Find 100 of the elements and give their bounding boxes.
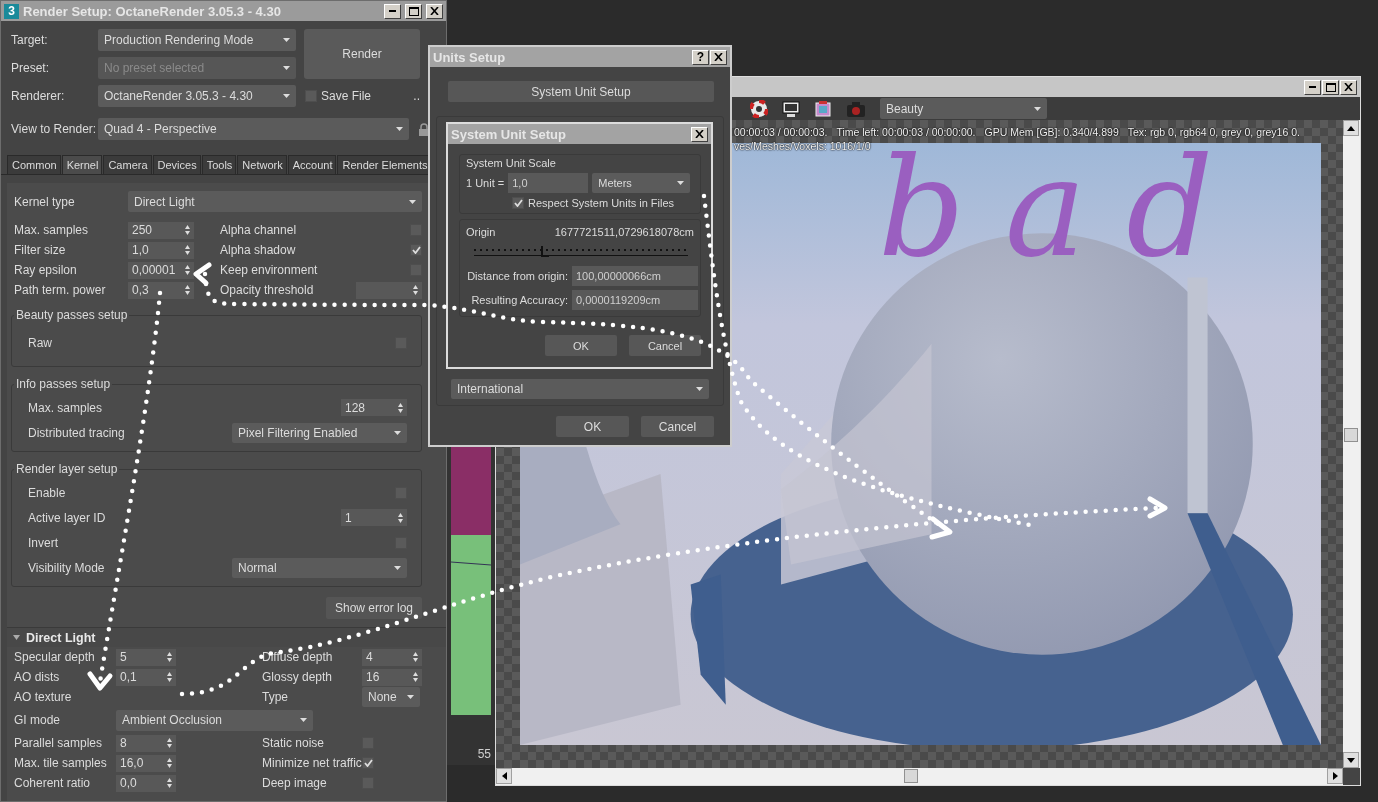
tab[interactable]: Common bbox=[7, 155, 61, 174]
checkbox[interactable] bbox=[410, 244, 422, 256]
number-spinner[interactable]: 5 bbox=[116, 648, 176, 666]
rollout-header[interactable]: Direct Light bbox=[7, 627, 446, 647]
spinner-arrows-icon bbox=[413, 285, 418, 295]
field-label: View to Render: bbox=[11, 122, 97, 136]
field-label: Parallel samples bbox=[14, 736, 104, 750]
number-spinner[interactable]: 0,00001 bbox=[128, 261, 194, 279]
number-spinner[interactable]: 0,3 bbox=[128, 281, 194, 299]
scroll-down-button[interactable] bbox=[1343, 752, 1359, 768]
tab[interactable]: Devices bbox=[152, 155, 201, 174]
field-label: GI mode bbox=[14, 713, 62, 727]
system-unit-setup-button[interactable]: System Unit Setup bbox=[448, 81, 714, 102]
spinner-arrows-icon bbox=[167, 758, 172, 768]
scroll-thumb[interactable] bbox=[904, 769, 918, 783]
scroll-left-button[interactable] bbox=[496, 768, 512, 784]
dropdown[interactable]: Quad 4 - Perspective bbox=[98, 118, 409, 140]
channel-dropdown[interactable]: Beauty bbox=[880, 98, 1047, 119]
input-field[interactable]: 0,0000119209cm bbox=[572, 290, 698, 310]
scroll-right-button[interactable] bbox=[1327, 768, 1343, 784]
close-icon bbox=[695, 130, 704, 138]
group-title: Render layer setup bbox=[15, 462, 119, 476]
close-button[interactable] bbox=[1340, 79, 1357, 95]
input-field[interactable]: 100,00000066cm bbox=[572, 266, 698, 286]
close-button[interactable] bbox=[710, 49, 727, 65]
vertical-scrollbar[interactable] bbox=[1343, 120, 1360, 768]
ok-button[interactable]: OK bbox=[556, 416, 629, 437]
close-button[interactable] bbox=[426, 3, 443, 19]
field-label: Distributed tracing bbox=[28, 425, 125, 440]
checkbox[interactable] bbox=[362, 757, 374, 769]
spinner-arrows-icon bbox=[185, 265, 190, 275]
number-spinner[interactable]: 1,0 bbox=[128, 241, 194, 259]
scroll-up-button[interactable] bbox=[1343, 120, 1359, 136]
dialog-title: Units Setup bbox=[433, 49, 507, 65]
lifebuoy-icon[interactable] bbox=[750, 99, 768, 118]
number-spinner[interactable]: 250 bbox=[128, 221, 194, 239]
spinner-arrows-icon bbox=[185, 225, 190, 235]
show-error-log-button[interactable]: Show error log bbox=[325, 597, 422, 619]
number-spinner[interactable]: 128 bbox=[341, 399, 407, 416]
dropdown[interactable]: Normal bbox=[232, 557, 407, 578]
spinner-arrows-icon bbox=[413, 652, 418, 662]
cancel-button[interactable]: Cancel bbox=[629, 335, 701, 356]
field-label: Resulting Accuracy: bbox=[471, 294, 568, 306]
maximize-button[interactable] bbox=[405, 3, 422, 19]
dropdown[interactable]: Production Rendering Mode bbox=[98, 29, 296, 51]
tab[interactable]: Tools bbox=[201, 155, 237, 174]
tab[interactable]: Kernel bbox=[61, 155, 103, 174]
checkmark-icon bbox=[411, 246, 421, 254]
field-label: 1 Unit = bbox=[466, 177, 505, 189]
spinner-arrows-icon bbox=[167, 738, 172, 748]
dropdown[interactable]: Pixel Filtering Enabled bbox=[232, 422, 407, 443]
spinner-arrows-icon bbox=[167, 672, 172, 682]
number-spinner[interactable]: 16,0 bbox=[116, 754, 176, 772]
monitor-icon[interactable] bbox=[782, 99, 800, 118]
number-spinner[interactable]: 0,1 bbox=[116, 668, 176, 686]
number-spinner[interactable]: 0,0 bbox=[116, 774, 176, 792]
field-label: Deep image bbox=[262, 776, 328, 790]
dropdown[interactable]: Direct Light bbox=[128, 191, 422, 212]
lock-icon[interactable] bbox=[419, 122, 429, 136]
dropdown[interactable]: None bbox=[362, 687, 420, 707]
dropdown[interactable]: Meters bbox=[592, 173, 691, 193]
checkbox[interactable] bbox=[512, 197, 524, 209]
status-text: Tex: rgb 0, rgb64 0, grey 0, grey16 0. bbox=[1127, 126, 1300, 140]
tab[interactable]: Network bbox=[237, 155, 287, 174]
close-button[interactable] bbox=[691, 126, 708, 142]
slider-thumb[interactable] bbox=[540, 246, 549, 257]
minimize-button[interactable] bbox=[384, 3, 401, 19]
close-icon bbox=[714, 53, 723, 61]
field-label: Ray epsilon bbox=[14, 263, 78, 277]
dropdown[interactable]: International bbox=[451, 379, 709, 399]
horizontal-scrollbar[interactable] bbox=[496, 768, 1343, 785]
cancel-button[interactable]: Cancel bbox=[641, 416, 714, 437]
number-spinner[interactable]: 8 bbox=[116, 734, 176, 752]
number-spinner[interactable]: 4 bbox=[362, 648, 422, 666]
up-arrow-icon bbox=[1347, 125, 1355, 131]
help-button[interactable]: ? bbox=[692, 49, 709, 65]
field-label: Origin bbox=[466, 226, 496, 238]
ok-button[interactable]: OK bbox=[545, 335, 617, 356]
dropdown[interactable]: Ambient Occlusion bbox=[116, 709, 313, 731]
field-label: Renderer: bbox=[11, 89, 66, 103]
minimize-button[interactable] bbox=[1304, 79, 1321, 95]
spinner-arrows-icon bbox=[185, 285, 190, 295]
tab[interactable]: Account bbox=[287, 155, 337, 174]
tab[interactable]: Camera bbox=[103, 155, 152, 174]
dropdown[interactable]: OctaneRender 3.05.3 - 4.30 bbox=[98, 85, 296, 107]
caret-icon bbox=[300, 718, 307, 722]
frame-icon[interactable] bbox=[814, 99, 832, 118]
right-arrow-icon bbox=[1332, 772, 1338, 780]
maximize-button[interactable] bbox=[1322, 79, 1339, 95]
left-arrow-icon bbox=[501, 772, 507, 780]
number-spinner[interactable]: 16 bbox=[362, 668, 422, 686]
number-spinner[interactable]: 1 bbox=[341, 509, 407, 526]
caret-icon bbox=[396, 127, 403, 131]
field-label: Minimize net traffic bbox=[262, 756, 362, 770]
render-button[interactable]: Render bbox=[304, 29, 420, 79]
scroll-thumb[interactable] bbox=[1344, 428, 1358, 442]
input-field[interactable]: 1,0 bbox=[508, 173, 589, 193]
checkmark-icon bbox=[363, 759, 373, 767]
more-button[interactable]: .. bbox=[413, 89, 420, 103]
rollout-title: Direct Light bbox=[26, 630, 96, 645]
